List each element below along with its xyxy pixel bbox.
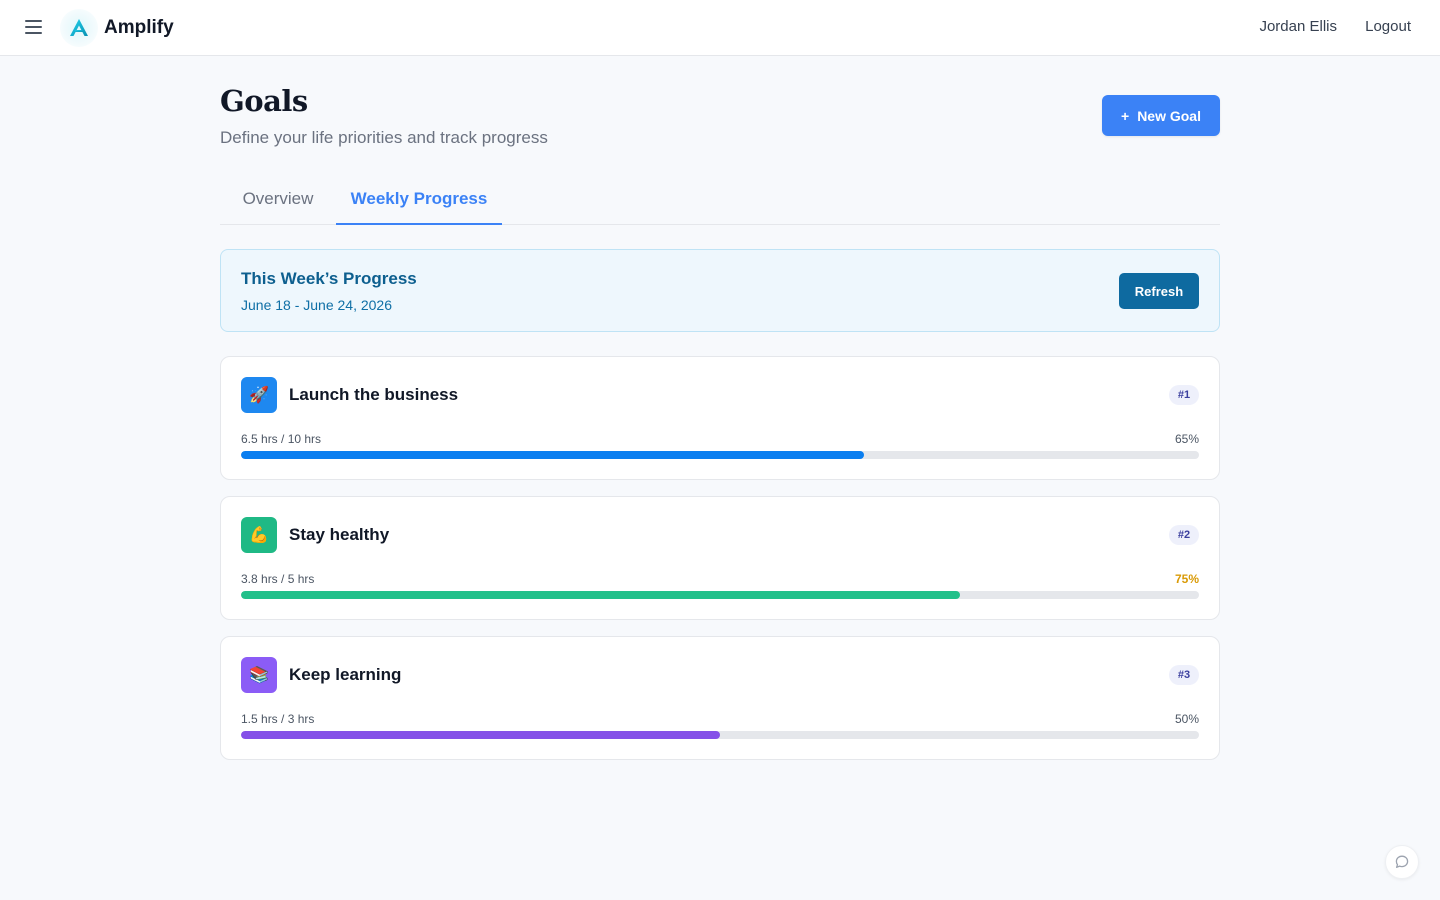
refresh-button[interactable]: Refresh: [1119, 273, 1199, 309]
tab-bar: Overview Weekly Progress: [220, 176, 1220, 225]
user-name[interactable]: Jordan Ellis: [1259, 18, 1337, 35]
amplify-logo-icon: [60, 9, 98, 47]
brand-name: Amplify: [104, 17, 174, 38]
rank-badge: #3: [1169, 665, 1199, 685]
progress-fill: [241, 451, 864, 459]
goal-hours: 3.8 hrs / 5 hrs: [241, 572, 315, 586]
weekly-summary-card: This Week’s Progress June 18 - June 24, …: [220, 249, 1220, 332]
books-icon: 📚: [241, 657, 277, 693]
page-title: Goals: [220, 84, 308, 118]
tab-overview[interactable]: Overview: [220, 176, 336, 224]
goal-card[interactable]: 💪 Stay healthy #2 3.8 hrs / 5 hrs 75%: [220, 496, 1220, 620]
logout-link[interactable]: Logout: [1365, 18, 1411, 35]
tab-weekly-progress[interactable]: Weekly Progress: [336, 176, 502, 225]
top-navigation-bar: Amplify Jordan Ellis Logout: [0, 0, 1440, 56]
goal-name: Launch the business: [289, 385, 459, 404]
new-goal-button[interactable]: + New Goal: [1102, 95, 1220, 136]
progress-fill: [241, 731, 720, 739]
rank-badge: #2: [1169, 525, 1199, 545]
goal-name: Keep learning: [289, 665, 402, 684]
week-title: This Week’s Progress: [241, 269, 417, 288]
rocket-icon: 🚀: [241, 377, 277, 413]
chat-bubble-icon[interactable]: [1385, 845, 1419, 879]
goal-percent: 65%: [1174, 432, 1199, 446]
goal-hours: 1.5 hrs / 3 hrs: [241, 712, 315, 726]
progress-fill: [241, 591, 960, 599]
progress-bar: [241, 731, 1199, 739]
week-date-range: June 18 - June 24, 2026: [241, 297, 393, 313]
goal-name: Stay healthy: [289, 525, 390, 544]
plus-icon: +: [1121, 107, 1130, 124]
goal-card[interactable]: 🚀 Launch the business #1 6.5 hrs / 10 hr…: [220, 356, 1220, 480]
goal-card[interactable]: 📚 Keep learning #3 1.5 hrs / 3 hrs 50%: [220, 636, 1220, 760]
progress-bar: [241, 451, 1199, 459]
goal-percent: 50%: [1174, 712, 1199, 726]
flexed-biceps-icon: 💪: [241, 517, 277, 553]
rank-badge: #1: [1169, 385, 1199, 405]
goal-percent: 75%: [1174, 572, 1199, 586]
goal-hours: 6.5 hrs / 10 hrs: [241, 432, 322, 446]
page-subtitle: Define your life priorities and track pr…: [220, 128, 548, 147]
brand[interactable]: Amplify: [60, 6, 174, 50]
new-goal-label: New Goal: [1137, 107, 1201, 124]
menu-icon[interactable]: [24, 19, 44, 35]
progress-bar: [241, 591, 1199, 599]
